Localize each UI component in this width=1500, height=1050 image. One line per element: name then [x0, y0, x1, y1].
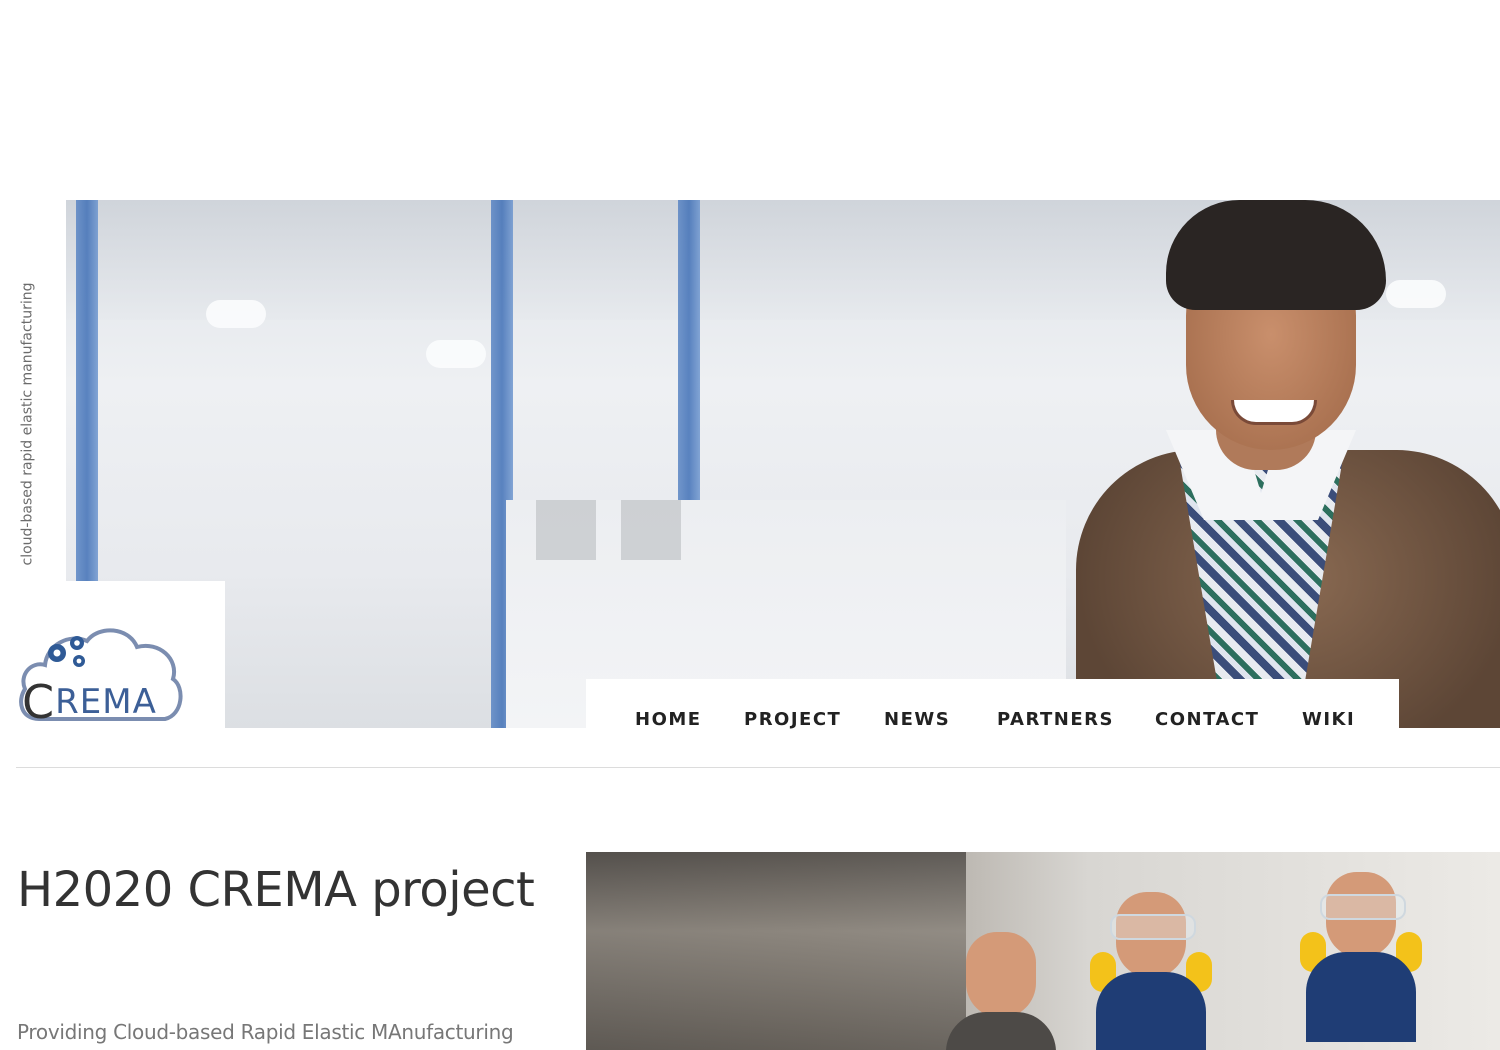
person-smile [1231, 400, 1317, 425]
worker-figure [1090, 882, 1212, 1050]
hero-image [66, 200, 1500, 728]
logo-initial: C [22, 675, 56, 729]
nav-partners[interactable]: PARTNERS [997, 709, 1114, 730]
worker-body [1096, 972, 1206, 1050]
workers-image [586, 852, 1500, 1050]
logo-wordmark[interactable]: CREMA [22, 670, 157, 729]
nav-contact[interactable]: CONTACT [1155, 709, 1259, 730]
vertical-tagline: cloud-based rapid elastic manufacturing [17, 265, 37, 583]
page-title: H2020 CREMA project [17, 862, 535, 918]
section-divider [16, 767, 1500, 768]
worker-goggles [1110, 914, 1196, 940]
person-hair [1166, 200, 1386, 310]
worker-goggles [1320, 894, 1406, 920]
page-subtitle: Providing Cloud-based Rapid Elastic MAnu… [17, 1020, 514, 1044]
main-nav: HOME PROJECT NEWS PARTNERS CONTACT WIKI [586, 679, 1399, 730]
worker-face [966, 932, 1036, 1018]
worker-body [946, 1012, 1056, 1050]
nav-news[interactable]: NEWS [884, 709, 950, 730]
logo-rest: REMA [55, 682, 157, 722]
hero-light [426, 340, 486, 368]
tagline-text: cloud-based rapid elastic manufacturing [19, 282, 35, 566]
hero-light [206, 300, 266, 328]
nav-home[interactable]: HOME [635, 709, 702, 730]
nav-wiki[interactable]: WIKI [1302, 709, 1355, 730]
hero-person [1066, 200, 1500, 728]
hero-window [621, 500, 681, 560]
worker-figure [1300, 862, 1422, 1042]
hero-window [536, 500, 596, 560]
workers-machine [586, 852, 966, 1050]
nav-project[interactable]: PROJECT [744, 709, 841, 730]
worker-figure [946, 922, 1056, 1050]
worker-body [1306, 952, 1416, 1042]
